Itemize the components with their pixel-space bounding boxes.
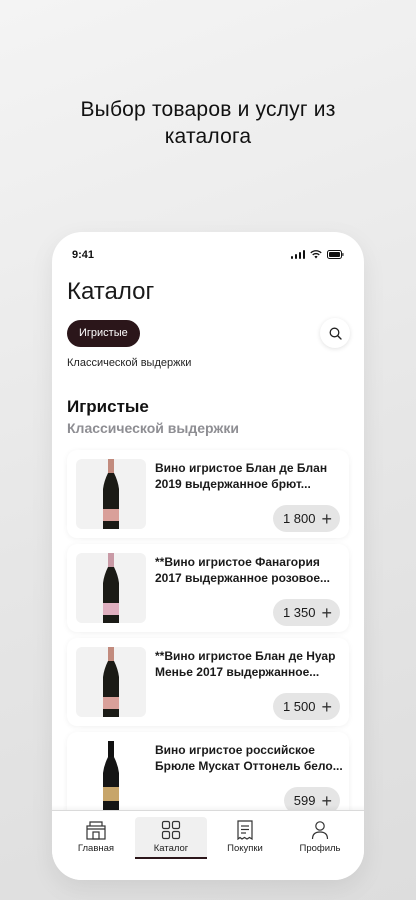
product-price: 1 800 [282,511,316,526]
bottom-tab-bar: Главная Каталог Покупки Профиль [52,805,364,880]
status-icons [290,250,345,259]
status-bar: 9:41 [52,232,364,278]
product-image [76,741,146,811]
wifi-icon [310,250,322,259]
promo-headline: Выбор товаров и услуг из каталога [0,96,416,150]
tab-label: Главная [77,843,115,854]
tab-purchases[interactable]: Покупки [209,817,281,857]
subcategory-filter-link[interactable]: Классической выдержки [67,357,191,369]
product-card[interactable]: Вино игристое Блан де Блан 2019 выдержан… [67,450,349,538]
plus-icon: + [321,508,332,529]
status-time: 9:41 [72,249,95,261]
product-name: **Вино игристое Фанагория 2017 выдержанн… [155,555,331,585]
search-button[interactable] [320,318,350,348]
tab-catalog[interactable]: Каталог [135,817,207,859]
plus-icon: + [321,602,332,623]
product-price: 1 500 [282,699,316,714]
grid-icon [161,820,181,840]
promo-headline-line2: каталога [164,125,252,148]
add-to-cart-button[interactable]: 1 500 + [272,693,340,720]
product-name: Вино игристое российское Брюле Мускат От… [155,743,343,773]
tab-label: Покупки [227,843,263,854]
cellular-signal-icon [290,250,305,259]
tab-home[interactable]: Главная [60,817,132,857]
receipt-icon [237,820,253,840]
product-card[interactable]: **Вино игристое Блан де Нуар Менье 2017 … [67,638,349,726]
tab-label: Профиль [299,843,341,854]
promo-headline-line1: Выбор товаров и услуг из [80,98,336,121]
filter-chip-sparkling[interactable]: Игристые [67,320,140,347]
home-icon [86,821,106,840]
product-price: 1 350 [282,605,316,620]
phone-screen: 9:41 Каталог Игристые Классической выдер… [52,232,364,880]
plus-icon: + [321,696,332,717]
section-title: Игристые [67,397,149,416]
product-name: Вино игристое Блан де Блан 2019 выдержан… [155,461,328,491]
add-to-cart-button[interactable]: 1 350 + [272,599,340,626]
person-icon [311,821,329,840]
product-image [76,459,146,529]
tab-profile[interactable]: Профиль [284,817,356,857]
page-title: Каталог [67,278,155,305]
search-icon [329,327,342,340]
product-name: **Вино игристое Блан де Нуар Менье 2017 … [155,649,336,679]
product-image [76,553,146,623]
product-card[interactable]: **Вино игристое Фанагория 2017 выдержанн… [67,544,349,632]
product-image [76,647,146,717]
battery-icon [327,250,344,259]
section-subtitle: Классической выдержки [67,420,239,436]
tab-label: Каталог [153,843,189,854]
add-to-cart-button[interactable]: 1 800 + [272,505,340,532]
